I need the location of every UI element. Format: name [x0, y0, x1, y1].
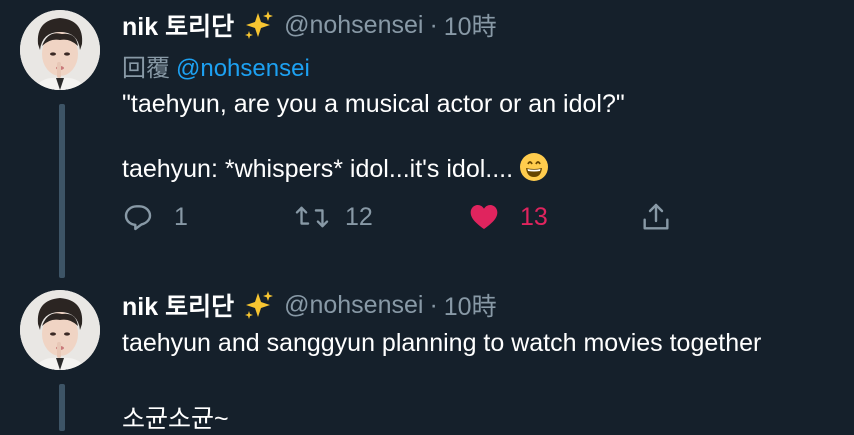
- like-count: 13: [520, 202, 548, 231]
- grinning-emoji: [519, 152, 549, 182]
- retweet-button[interactable]: 12: [295, 201, 373, 233]
- timestamp[interactable]: 10時: [444, 287, 497, 323]
- tweet-header: nik 토리단 @nohsensei · 10時: [122, 287, 497, 323]
- sparkles-icon: [242, 289, 274, 321]
- tweet-text-line: 소균소균~: [122, 405, 229, 433]
- retweet-count: 12: [345, 202, 373, 231]
- avatar[interactable]: [20, 10, 100, 90]
- author-handle[interactable]: @nohsensei: [284, 291, 423, 320]
- share-icon: [643, 203, 669, 230]
- share-button[interactable]: [640, 201, 672, 233]
- tweet-text-line: taehyun and sanggyun planning to watch m…: [122, 329, 762, 357]
- retweet-icon: [295, 206, 329, 228]
- tweet-text-line: "taehyun, are you a musical actor or an …: [122, 90, 625, 118]
- sparkles-icon: [242, 9, 274, 41]
- reply-count: 1: [174, 202, 188, 231]
- thread-line-2: [59, 384, 65, 431]
- mention-link[interactable]: @nohsensei: [176, 55, 310, 82]
- reply-icon: [124, 205, 152, 231]
- thread-line-1: [59, 104, 65, 278]
- separator: ·: [429, 290, 438, 319]
- like-button[interactable]: 13: [468, 201, 548, 233]
- avatar[interactable]: [20, 290, 100, 370]
- tweet-text: taehyun: *whispers* idol...it's idol....: [122, 155, 514, 183]
- heart-icon: [470, 205, 498, 229]
- tweet-actions: 1 12 13: [122, 201, 682, 241]
- timestamp[interactable]: 10時: [444, 7, 497, 43]
- avatar-photo: [20, 290, 100, 370]
- reply-label: 回覆: [122, 55, 170, 82]
- separator: ·: [429, 10, 438, 39]
- reply-button[interactable]: 1: [122, 201, 188, 233]
- author-name[interactable]: nik 토리단: [122, 287, 234, 323]
- tweet-text-line: taehyun: *whispers* idol...it's idol....: [122, 152, 549, 184]
- avatar-photo: [20, 10, 100, 90]
- tweet-header: nik 토리단 @nohsensei · 10時: [122, 7, 497, 43]
- reply-context: 回覆 @nohsensei: [122, 48, 310, 83]
- author-handle[interactable]: @nohsensei: [284, 11, 423, 40]
- author-name[interactable]: nik 토리단: [122, 7, 234, 43]
